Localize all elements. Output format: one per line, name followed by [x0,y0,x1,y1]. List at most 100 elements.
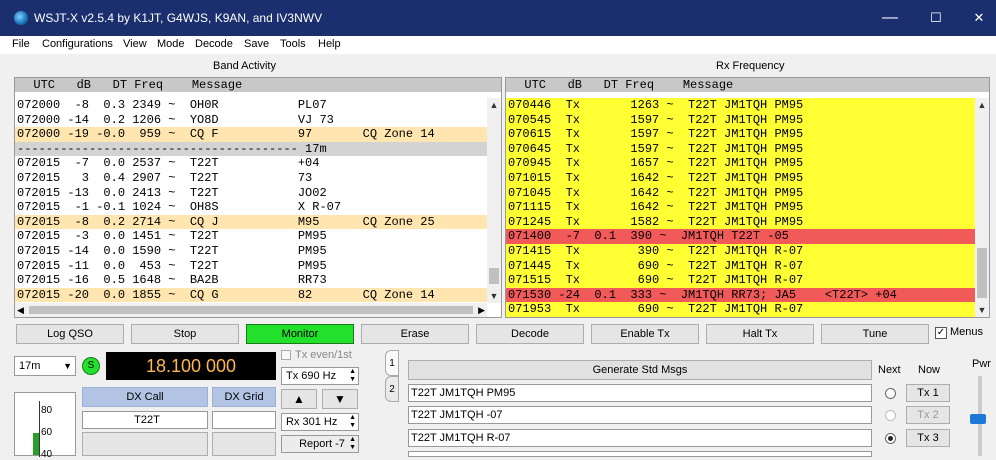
menu-decode[interactable]: Decode [195,38,233,50]
menus-label: Menus [950,326,984,338]
menu-mode[interactable]: Mode [157,38,185,50]
band-activity-row[interactable]: 072015 -16 0.5 1648 ~ BA2B RR73 [15,273,487,288]
rx-frequency-row[interactable]: 071045 Tx 1642 ~ T22T JM1TQH PM95 [506,185,975,201]
menu-view[interactable]: View [123,38,147,50]
rx-frequency-row[interactable]: 071015 Tx 1642 ~ T22T JM1TQH PM95 [506,170,975,186]
menu-file[interactable]: File [12,38,30,50]
frequency-display: 18.100 000 [106,352,276,380]
band-activity-row[interactable]: 072000 -19 -0.0 959 ~ CQ F 97 CQ Zone 14 [15,127,487,142]
stop-button[interactable]: Stop [131,324,239,344]
band-activity-row[interactable]: 072015 -3 0.0 1451 ~ T22T PM95 [15,229,487,244]
rx-frequency-row[interactable]: 071515 Tx 690 ~ T22T JM1TQH R-07 [506,273,975,288]
monitor-button[interactable]: Monitor [246,324,354,344]
lookup-button[interactable] [82,432,208,456]
scroll-up-icon[interactable]: ▲ [487,98,501,112]
set-rx-to-tx-button[interactable]: ▼ [322,389,358,409]
scroll-down-icon[interactable]: ▼ [975,303,989,317]
rx-frequency-row[interactable]: 071530 -24 0.1 333 ~ JM1TQH RR73; JA5 <T… [506,287,975,303]
decode-button[interactable]: Decode [476,324,584,344]
rx-frequency-row[interactable]: 071953 Tx 690 ~ T22T JM1TQH R-07 [506,302,975,317]
s-meter-indicator: S [82,357,100,375]
wsjtx-globe-icon [14,11,28,25]
generate-std-msgs-button[interactable]: Generate Std Msgs [408,360,872,380]
rx-frequency-scrollbar[interactable]: ▲ ▼ [975,98,989,317]
band-activity-row[interactable]: 072015 -7 0.0 2537 ~ T22T +04 [15,156,487,171]
next-tx2-radio[interactable] [885,410,896,421]
dx-call-input[interactable]: T22T [82,411,208,429]
band-activity-row[interactable]: 072000 -8 0.3 2349 ~ OH0R PL07 [15,98,487,113]
band-activity-row[interactable]: 072000 -14 0.2 1206 ~ YO8D VJ 73 [15,112,487,128]
band-activity-row[interactable]: --------------------------------------- … [15,141,487,157]
tab-1[interactable]: 1 [385,350,399,376]
maximize-button[interactable]: ☐ [924,8,948,28]
add-button[interactable] [212,432,276,456]
tx1-button[interactable]: Tx 1 [906,384,950,402]
scroll-thumb[interactable] [977,248,987,298]
scroll-up-icon[interactable]: ▲ [975,98,989,112]
minimize-button[interactable]: — [878,8,902,28]
band-activity-row[interactable]: 072015 -14 0.0 1590 ~ T22T PM95 [15,243,487,259]
report-spinbox[interactable]: Report -7 ▲ ▼ [281,435,359,453]
band-activity-row[interactable]: 072015 -13 0.0 2413 ~ T22T JO02 [15,185,487,201]
next-tx3-radio[interactable] [885,433,896,444]
rx-frequency-row[interactable]: 071115 Tx 1642 ~ T22T JM1TQH PM95 [506,200,975,215]
band-activity-row[interactable]: 072015 -1 -0.1 1024 ~ OH8S X R-07 [15,200,487,215]
spin-arrows-icon[interactable]: ▲ ▼ [349,368,356,384]
band-activity-row[interactable]: 072015 3 0.4 2907 ~ T22T 73 [15,170,487,186]
menu-configurations[interactable]: Configurations [42,38,113,50]
band-activity-row[interactable]: 072015 -8 0.2 2714 ~ CQ J M95 CQ Zone 25 [15,214,487,230]
next-tx1-radio[interactable] [885,388,896,399]
scroll-right-icon[interactable]: ▶ [478,303,485,317]
hscroll-thumb[interactable] [29,306,473,314]
band-activity-hscrollbar[interactable]: ◀ ▶ [15,303,487,317]
tx4-message-field[interactable] [408,451,872,457]
band-activity-row[interactable]: 072015 -11 0.0 453 ~ T22T PM95 [15,258,487,274]
meter-level-bar [33,433,39,455]
close-button[interactable]: ✕ [967,8,991,28]
rx-frequency-row[interactable]: 070446 Tx 1263 ~ T22T JM1TQH PM95 [506,98,975,113]
tab-2[interactable]: 2 [385,376,399,402]
rx-frequency-row[interactable]: 070545 Tx 1597 ~ T22T JM1TQH PM95 [506,112,975,128]
rx-frequency-row[interactable]: 070645 Tx 1597 ~ T22T JM1TQH PM95 [506,141,975,157]
set-tx-to-rx-button[interactable]: ▲ [281,389,317,409]
rx-freq-value: Rx 301 Hz [286,416,338,428]
tx-even-checkbox[interactable] [281,350,291,360]
rx-frequency-row[interactable]: 070945 Tx 1657 ~ T22T JM1TQH PM95 [506,156,975,171]
tx1-message-field[interactable]: T22T JM1TQH PM95 [408,384,872,402]
tx2-message-field[interactable]: T22T JM1TQH -07 [408,406,872,424]
band-select[interactable]: 17m ▼ [14,356,76,376]
dx-grid-input[interactable] [212,411,276,429]
scroll-thumb[interactable] [489,268,499,284]
band-activity-scrollbar[interactable]: ▲ ▼ [487,98,501,303]
rx-frequency-row[interactable]: 071415 Tx 390 ~ T22T JM1TQH R-07 [506,243,975,259]
spin-arrows-icon[interactable]: ▲ ▼ [349,414,356,430]
enable-tx-button[interactable]: Enable Tx [591,324,699,344]
halt-tx-button[interactable]: Halt Tx [706,324,814,344]
rx-frequency-list[interactable]: 070446 Tx 1263 ~ T22T JM1TQH PM95 070545 … [506,98,975,317]
rx-freq-spinbox[interactable]: Rx 301 Hz ▲ ▼ [281,413,359,431]
rx-frequency-panel[interactable]: UTC dB DT Freq Message 070446 Tx 1263 ~ … [505,77,990,318]
rx-frequency-row[interactable]: 070615 Tx 1597 ~ T22T JM1TQH PM95 [506,127,975,142]
rx-frequency-row[interactable]: 071445 Tx 690 ~ T22T JM1TQH R-07 [506,258,975,274]
menus-checkbox[interactable]: ✓ [935,327,947,339]
band-activity-panel[interactable]: UTC dB DT Freq Message 072000 -8 0.3 234… [14,77,502,318]
tx3-button[interactable]: Tx 3 [906,429,950,447]
erase-button[interactable]: Erase [361,324,469,344]
rx-frequency-row[interactable]: 071400 -7 0.1 390 ~ JM1TQH T22T -05 [506,229,975,244]
menu-tools[interactable]: Tools [280,38,306,50]
menu-help[interactable]: Help [318,38,341,50]
spin-arrows-icon[interactable]: ▲ ▼ [349,436,356,452]
tx2-button[interactable]: Tx 2 [906,406,950,424]
log-qso-button[interactable]: Log QSO [16,324,124,344]
band-activity-title: Band Activity [213,60,276,72]
scroll-left-icon[interactable]: ◀ [17,303,24,317]
tx3-message-field[interactable]: T22T JM1TQH R-07 [408,429,872,447]
band-activity-list[interactable]: 072000 -8 0.3 2349 ~ OH0R PL07 072000 -14… [15,98,487,303]
pwr-slider-handle[interactable] [970,414,986,424]
tune-button[interactable]: Tune [821,324,929,344]
tx-freq-spinbox[interactable]: Tx 690 Hz ▲ ▼ [281,367,359,385]
menu-save[interactable]: Save [244,38,269,50]
scroll-down-icon[interactable]: ▼ [487,289,501,303]
band-activity-row[interactable]: 072015 -20 0.0 1855 ~ CQ G 82 CQ Zone 14 [15,287,487,303]
rx-frequency-row[interactable]: 071245 Tx 1582 ~ T22T JM1TQH PM95 [506,214,975,230]
